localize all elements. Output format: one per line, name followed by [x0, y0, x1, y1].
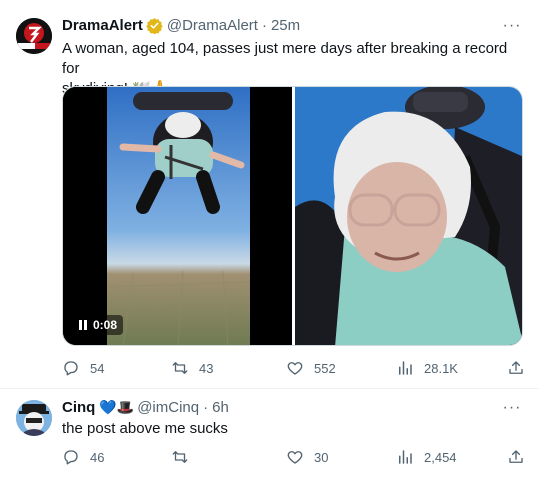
reply-like-count: 30 — [314, 449, 329, 465]
reply-icon — [64, 450, 78, 465]
reply-icon — [64, 361, 78, 376]
reply-retweet-button[interactable] — [171, 447, 199, 467]
retweet-icon — [172, 451, 188, 463]
retweet-button[interactable]: 43 — [171, 358, 213, 378]
views-button[interactable]: 28.1K — [396, 358, 458, 378]
tweet-header: DramaAlert @DramaAlert · 25m — [62, 17, 300, 35]
photo-thumbnail[interactable] — [295, 87, 522, 345]
views-icon — [399, 361, 412, 375]
reply-text: the post above me sucks — [62, 420, 228, 437]
like-icon — [287, 362, 303, 375]
reply-button[interactable]: 54 — [62, 358, 104, 378]
share-button[interactable] — [507, 358, 535, 378]
author-name[interactable]: DramaAlert — [62, 17, 143, 34]
tweet-time[interactable]: 25m — [271, 17, 300, 34]
reply-count: 54 — [90, 360, 105, 376]
video-thumbnail[interactable]: 0:08 — [63, 87, 292, 345]
reply-views-count: 2,454 — [424, 449, 457, 465]
tweet-actions: 54 43 552 28.1K — [62, 358, 527, 378]
views-count: 28.1K — [424, 360, 458, 376]
more-icon[interactable]: ··· — [502, 18, 522, 40]
reply-header-separator: · — [203, 399, 209, 416]
like-count: 552 — [314, 360, 336, 376]
pause-icon[interactable] — [79, 320, 87, 330]
reply-views-button[interactable]: 2,454 — [396, 447, 457, 467]
views-icon — [399, 450, 412, 464]
like-icon — [287, 451, 303, 464]
reply-like-button[interactable]: 30 — [286, 447, 328, 467]
reply-author-name[interactable]: Cinq — [62, 399, 95, 416]
dramaalert-avatar[interactable] — [16, 18, 52, 54]
header-separator: · — [261, 17, 267, 34]
share-icon — [509, 450, 523, 463]
cinq-avatar[interactable] — [16, 400, 52, 436]
reply-share-button[interactable] — [507, 447, 535, 467]
video-duration: 0:08 — [73, 315, 124, 335]
reply-time[interactable]: 6h — [212, 399, 229, 416]
retweet-count: 43 — [199, 360, 214, 376]
video-duration-text: 0:08 — [93, 318, 118, 332]
reply-author-emojis: 💙🎩 — [99, 399, 135, 415]
share-icon — [509, 361, 523, 374]
reply-reply-count: 46 — [90, 449, 105, 465]
reply-more-icon[interactable]: ··· — [502, 400, 522, 422]
tweet-text-line-1: A woman, aged 104, passes just mere days… — [62, 40, 508, 77]
main-tweet[interactable]: DramaAlert @DramaAlert · 25m ··· A woman… — [0, 0, 539, 389]
reply-header: Cinq 💙🎩 @imCinq · 6h — [62, 399, 229, 416]
verified-icon — [146, 17, 163, 35]
retweet-icon — [172, 362, 188, 374]
author-handle[interactable]: @DramaAlert — [167, 17, 258, 34]
reply-author-handle[interactable]: @imCinq — [137, 399, 199, 416]
tweet-media[interactable]: 0:08 — [62, 86, 523, 346]
reply-actions: 46 30 2,454 — [62, 447, 527, 467]
like-button[interactable]: 552 — [286, 358, 336, 378]
reply-reply-button[interactable]: 46 — [62, 447, 104, 467]
